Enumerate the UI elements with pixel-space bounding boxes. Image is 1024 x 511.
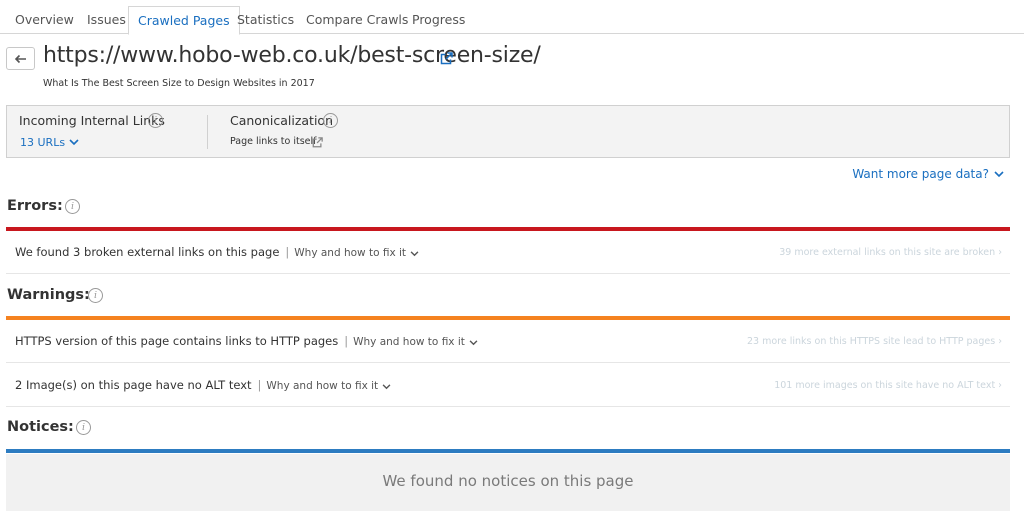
issue-row: 2 Image(s) on this page have no ALT text… [6, 364, 1010, 407]
external-link-icon[interactable] [312, 137, 323, 148]
tab-compare-crawls[interactable]: Compare Crawls [306, 6, 408, 34]
issue-text: 2 Image(s) on this page have no ALT text [15, 378, 252, 392]
page-url: https://www.hobo-web.co.uk/best-screen-s… [43, 43, 541, 68]
arrow-left-icon [14, 54, 26, 63]
info-icon[interactable]: i [88, 288, 103, 303]
why-how-fix-label: Why and how to fix it [294, 247, 407, 259]
warnings-title: Warnings: [7, 287, 90, 303]
tab-progress[interactable]: Progress [412, 6, 465, 34]
notices-empty-box: We found no notices on this page [6, 454, 1010, 511]
why-how-fix-link[interactable]: Why and how to fix it [266, 365, 391, 408]
tab-issues[interactable]: Issues [87, 6, 126, 34]
tab-crawled-pages[interactable]: Crawled Pages [128, 6, 240, 35]
tab-overview[interactable]: Overview [15, 6, 74, 34]
back-button[interactable] [6, 47, 35, 70]
canonicalization-label: Canonicalization [230, 113, 333, 128]
site-wide-note-link[interactable]: 23 more links on this HTTPS site lead to… [747, 320, 1002, 363]
notices-rule [6, 449, 1010, 453]
more-page-data-toggle[interactable]: Want more page data? [852, 167, 1004, 181]
issue-text: We found 3 broken external links on this… [15, 245, 280, 259]
why-how-fix-label: Why and how to fix it [266, 380, 379, 392]
issue-row: We found 3 broken external links on this… [6, 231, 1010, 274]
info-icon[interactable]: i [148, 113, 163, 128]
errors-title: Errors: [7, 198, 63, 214]
info-icon[interactable]: i [76, 420, 91, 435]
notices-title: Notices: [7, 419, 74, 435]
why-how-fix-link[interactable]: Why and how to fix it [353, 321, 478, 364]
page-subtitle: What Is The Best Screen Size to Design W… [43, 78, 315, 89]
info-icon[interactable]: i [65, 199, 80, 214]
incoming-links-dropdown[interactable]: 13 URLs [20, 136, 79, 149]
chevron-down-icon [69, 139, 79, 146]
canonicalization-value: Page links to itself [230, 136, 317, 147]
tab-bar: Overview Issues Crawled Pages Statistics… [0, 0, 1024, 35]
issue-text: HTTPS version of this page contains link… [15, 334, 339, 348]
more-page-data-label: Want more page data? [852, 167, 989, 181]
external-link-icon[interactable] [440, 52, 453, 65]
site-wide-note-link[interactable]: 101 more images on this site have no ALT… [774, 364, 1002, 407]
why-how-fix-link[interactable]: Why and how to fix it [294, 232, 419, 275]
chevron-down-icon [382, 383, 391, 389]
incoming-links-label: Incoming Internal Links [19, 113, 165, 128]
panel-divider [207, 115, 208, 149]
notices-empty-message: We found no notices on this page [382, 472, 634, 490]
tab-statistics[interactable]: Statistics [237, 6, 294, 34]
chevron-down-icon [469, 339, 478, 345]
incoming-links-count: 13 URLs [20, 136, 66, 149]
issue-row: HTTPS version of this page contains link… [6, 320, 1010, 363]
site-wide-note-link[interactable]: 39 more external links on this site are … [779, 231, 1002, 274]
info-icon[interactable]: i [323, 113, 338, 128]
why-how-fix-label: Why and how to fix it [353, 336, 465, 348]
page-info-panel: Incoming Internal Links i 13 URLs Canoni… [6, 105, 1010, 158]
chevron-down-icon [994, 170, 1004, 177]
chevron-down-icon [410, 250, 419, 256]
